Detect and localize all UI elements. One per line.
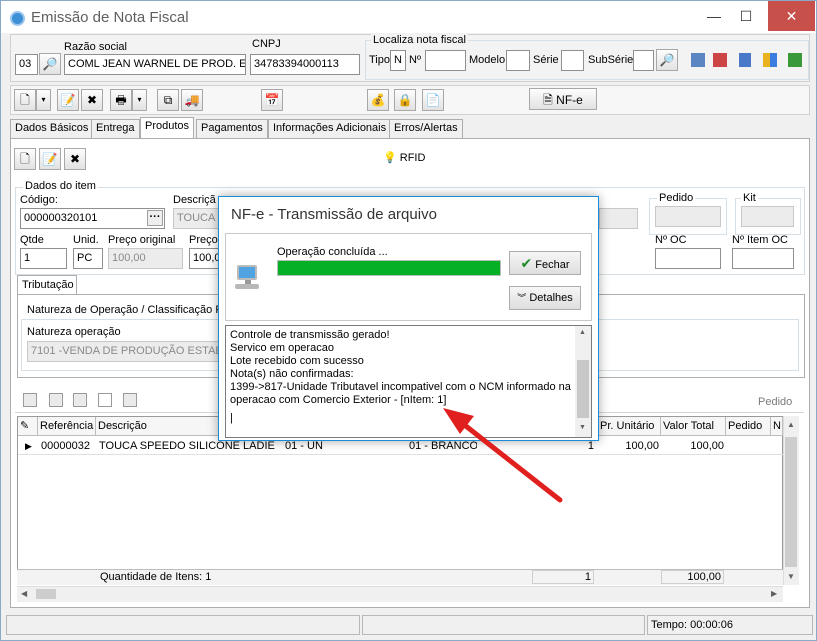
red-arrow-annotation xyxy=(443,408,563,503)
